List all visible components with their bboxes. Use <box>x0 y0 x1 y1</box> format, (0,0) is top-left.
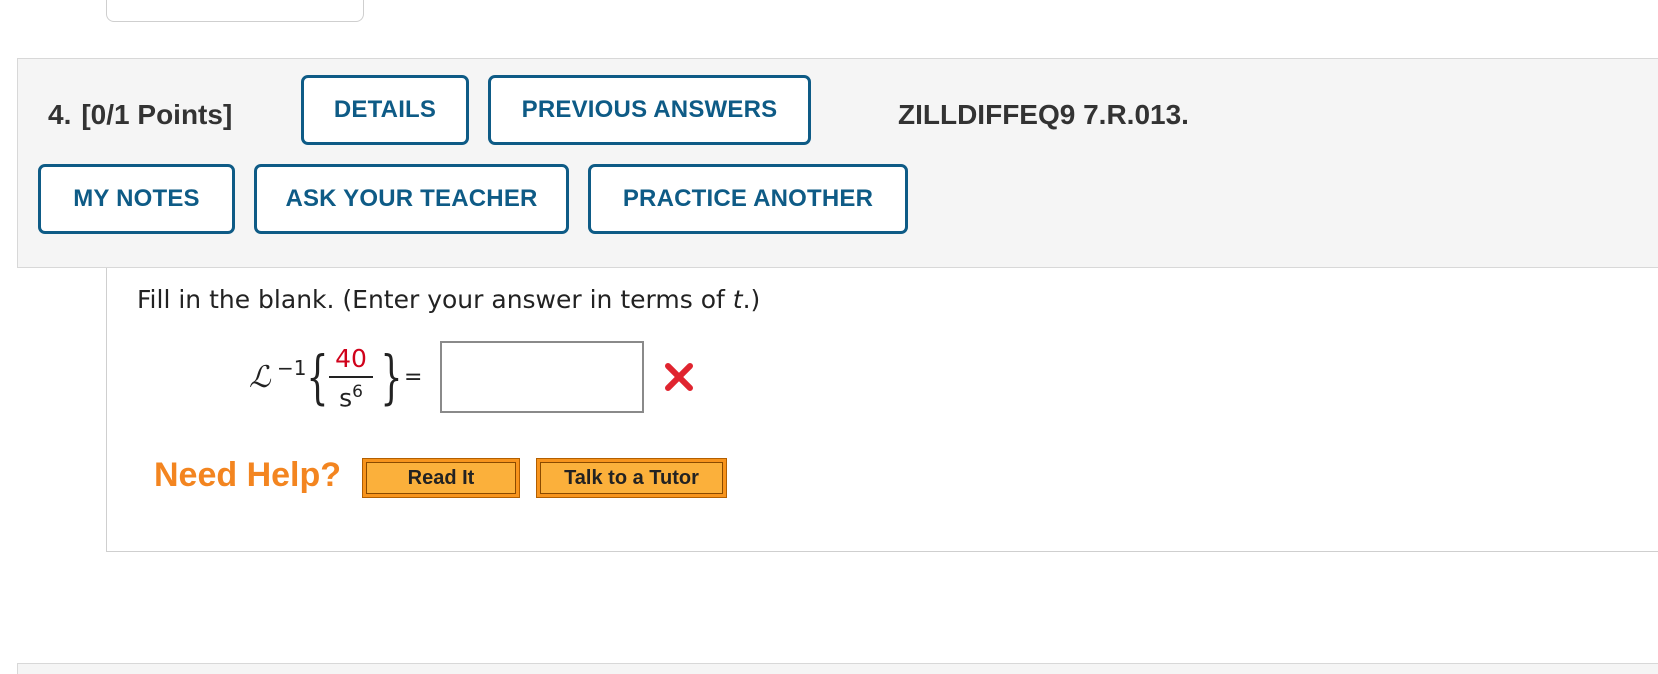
talk-to-tutor-button[interactable]: Talk to a Tutor <box>536 458 727 498</box>
question-code: ZILLDIFFEQ9 7.R.013. <box>898 99 1189 130</box>
my-notes-button[interactable]: MY NOTES <box>38 164 235 234</box>
inverse-superscript: −1 <box>277 356 307 380</box>
question-body: Fill in the blank. (Enter your answer in… <box>106 268 1658 552</box>
question-points: [0/1 Points] <box>81 99 233 130</box>
answer-input[interactable] <box>440 341 644 413</box>
equals-sign: = <box>404 365 423 390</box>
instruction-suffix: .) <box>742 285 761 314</box>
previous-answers-button[interactable]: PREVIOUS ANSWERS <box>488 75 811 145</box>
denominator-exponent: 6 <box>352 382 363 402</box>
left-brace: { <box>306 343 329 411</box>
next-question-card <box>17 663 1658 674</box>
instruction-variable: t <box>732 285 743 314</box>
read-it-button[interactable]: Read It <box>362 458 520 498</box>
question-header: 4. [0/1 Points] DETAILS PREVIOUS ANSWERS … <box>17 58 1658 268</box>
previous-question-card <box>106 0 364 22</box>
laplace-expression: ℒ −1 { 40 s6 } <box>249 342 429 418</box>
page: 4. [0/1 Points] DETAILS PREVIOUS ANSWERS … <box>0 0 1658 674</box>
need-help-label: Need Help? <box>154 456 342 494</box>
question-instruction: Fill in the blank. (Enter your answer in… <box>137 285 760 314</box>
ask-your-teacher-button[interactable]: ASK YOUR TEACHER <box>254 164 569 234</box>
question-title: 4. [0/1 Points] <box>48 99 232 131</box>
fraction-numerator: 40 <box>335 344 367 373</box>
denominator-base: s <box>339 383 353 413</box>
practice-another-button[interactable]: PRACTICE ANOTHER <box>588 164 908 234</box>
right-brace: } <box>380 343 403 411</box>
fraction-denominator: s6 <box>329 382 373 412</box>
instruction-prefix: Fill in the blank. (Enter your answer in… <box>137 285 733 314</box>
incorrect-x-icon <box>665 363 693 391</box>
read-it-label: Read It <box>366 462 516 494</box>
details-button[interactable]: DETAILS <box>301 75 469 145</box>
talk-to-tutor-label: Talk to a Tutor <box>540 462 723 494</box>
question-number: 4. <box>48 99 72 130</box>
laplace-operator: ℒ <box>249 360 271 395</box>
fraction-line <box>329 376 373 378</box>
